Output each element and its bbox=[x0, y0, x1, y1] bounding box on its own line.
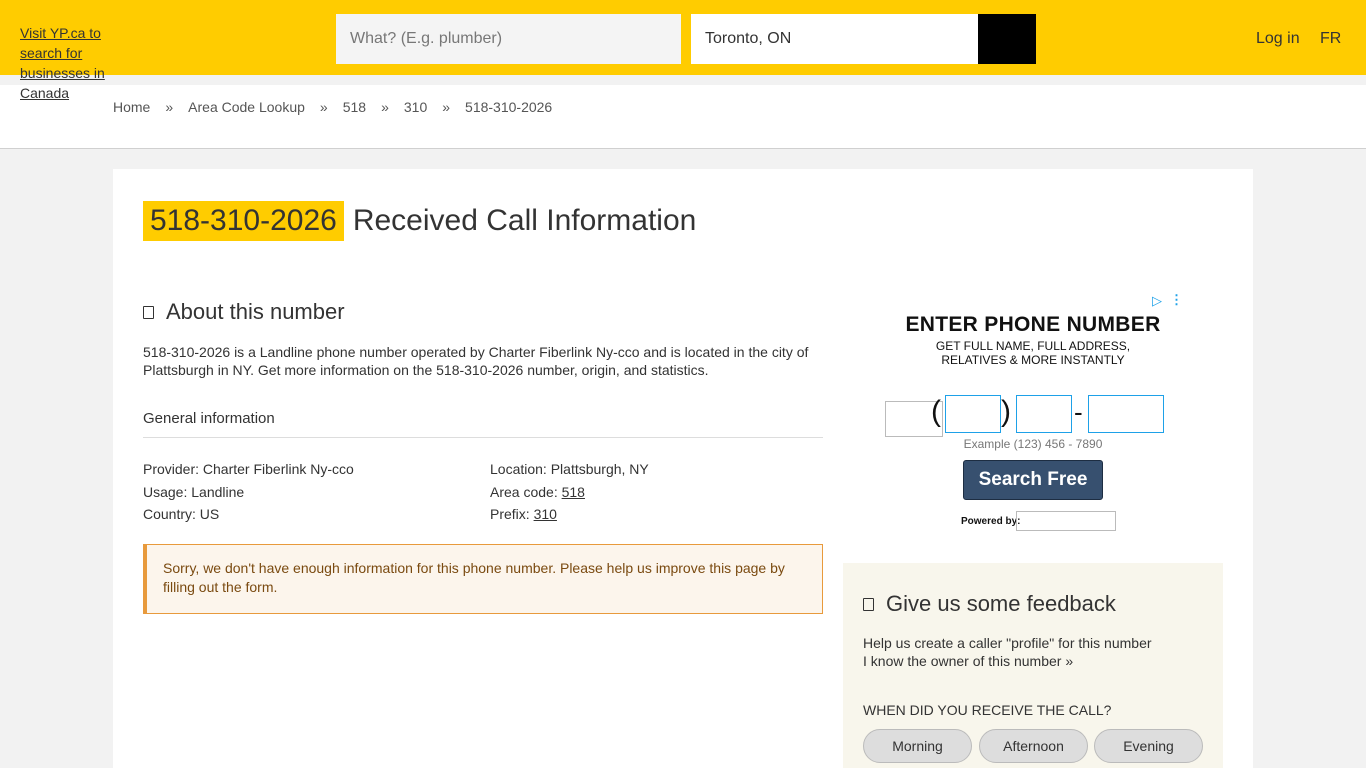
location-value: Location: Plattsburgh, NY bbox=[490, 461, 649, 477]
main-card: 518-310-2026 Received Call Information A… bbox=[113, 169, 1253, 768]
ad-heading: ENTER PHONE NUMBER bbox=[905, 313, 1161, 336]
search-button[interactable] bbox=[978, 14, 1036, 64]
ad-paren-open: ( bbox=[931, 395, 941, 428]
ad-search-free-button[interactable]: Search Free bbox=[963, 460, 1103, 500]
breadcrumb-area-code[interactable]: 518 bbox=[343, 99, 366, 115]
feedback-panel: Give us some feedback Help us create a c… bbox=[843, 563, 1223, 768]
feedback-icon bbox=[863, 597, 874, 611]
country-value: Country: US bbox=[143, 506, 220, 522]
ad-paren-close: ) bbox=[1001, 395, 1011, 428]
know-owner-link[interactable]: I know the owner of this number » bbox=[863, 652, 1152, 670]
feedback-line-profile: Help us create a caller "profile" for th… bbox=[863, 635, 1152, 651]
ad-powered-by-logo bbox=[1016, 511, 1116, 531]
yp-logo-link[interactable]: Visit YP.ca to search for businesses in … bbox=[20, 23, 140, 103]
language-toggle-link[interactable]: FR bbox=[1320, 30, 1341, 48]
provider-value: Provider: Charter Fiberlink Ny-cco bbox=[143, 461, 354, 477]
breadcrumb-separator: » bbox=[165, 99, 174, 115]
prefix-label: Prefix: bbox=[490, 506, 534, 522]
usage-value: Usage: Landline bbox=[143, 483, 245, 500]
ad-subheading: GET FULL NAME, FULL ADDRESS, RELATIVES &… bbox=[935, 339, 1131, 367]
ad-dash: - bbox=[1074, 397, 1083, 427]
phone-icon bbox=[143, 305, 154, 319]
ad-menu-icon[interactable]: ⋮ bbox=[1170, 292, 1183, 308]
about-heading: About this number bbox=[143, 299, 345, 325]
info-column-left: Provider: Charter Fiberlink Ny-cco Usage… bbox=[143, 458, 483, 526]
call-time-morning-button[interactable]: Morning bbox=[863, 729, 972, 763]
area-code-row: Area code: 518 bbox=[490, 481, 820, 504]
page-title-text: Received Call Information bbox=[352, 204, 697, 237]
site-header: Log in FR bbox=[0, 0, 1366, 75]
search-where-input[interactable] bbox=[691, 14, 978, 64]
ad-line-number-input[interactable] bbox=[1088, 395, 1164, 433]
call-time-question: WHEN DID YOU RECEIVE THE CALL? bbox=[863, 702, 1112, 718]
feedback-description: Help us create a caller "profile" for th… bbox=[863, 634, 1152, 670]
breadcrumb-current: 518-310-2026 bbox=[465, 99, 553, 115]
ad-example-text: Example (123) 456 - 7890 bbox=[963, 437, 1103, 451]
area-code-link[interactable]: 518 bbox=[562, 484, 585, 500]
prefix-link[interactable]: 310 bbox=[534, 506, 557, 522]
breadcrumb-bar: Home » Area Code Lookup » 518 » 310 » 51… bbox=[0, 85, 1366, 149]
adchoices-icon[interactable]: ▷ bbox=[1152, 293, 1162, 309]
general-info-heading: General information bbox=[143, 410, 823, 438]
info-column-right: Location: Plattsburgh, NY Area code: 518… bbox=[490, 458, 820, 526]
ad-powered-by: Powered by: bbox=[961, 516, 1021, 527]
ad-prefix-input[interactable] bbox=[1016, 395, 1072, 433]
feedback-heading: Give us some feedback bbox=[863, 591, 1116, 617]
phone-number-highlight: 518-310-2026 bbox=[143, 201, 344, 241]
page-title: 518-310-2026 Received Call Information bbox=[143, 201, 696, 241]
ad-area-code-input[interactable] bbox=[945, 395, 1001, 433]
call-time-evening-button[interactable]: Evening bbox=[1094, 729, 1203, 763]
breadcrumb-area-code-lookup[interactable]: Area Code Lookup bbox=[188, 99, 305, 115]
login-link[interactable]: Log in bbox=[1256, 30, 1300, 48]
feedback-heading-text: Give us some feedback bbox=[886, 591, 1116, 616]
about-heading-text: About this number bbox=[166, 299, 345, 324]
breadcrumb-prefix[interactable]: 310 bbox=[404, 99, 427, 115]
search-what-input[interactable] bbox=[336, 14, 681, 64]
breadcrumb-separator: » bbox=[442, 99, 451, 115]
about-description: 518-310-2026 is a Landline phone number … bbox=[143, 344, 809, 378]
breadcrumb-separator: » bbox=[381, 99, 389, 115]
insufficient-info-alert: Sorry, we don't have enough information … bbox=[143, 544, 823, 614]
breadcrumb-separator: » bbox=[319, 99, 328, 115]
call-time-afternoon-button[interactable]: Afternoon bbox=[979, 729, 1088, 763]
breadcrumb: Home » Area Code Lookup » 518 » 310 » 51… bbox=[113, 99, 567, 115]
prefix-row: Prefix: 310 bbox=[490, 503, 820, 526]
phone-lookup-ad[interactable]: ▷ ⋮ ENTER PHONE NUMBER GET FULL NAME, FU… bbox=[843, 289, 1223, 539]
area-code-label: Area code: bbox=[490, 483, 562, 500]
